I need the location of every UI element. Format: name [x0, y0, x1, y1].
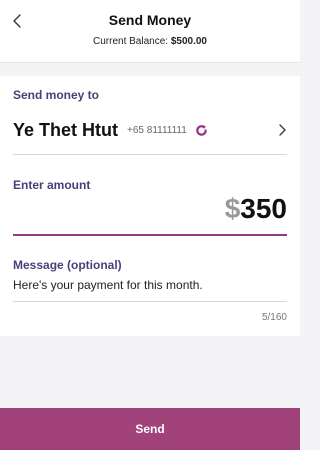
app-header: Send Money Current Balance: $500.00	[0, 0, 300, 63]
recipient-selector[interactable]: Ye Thet Htut +65 81111111	[13, 116, 287, 144]
character-count: 5/160	[261, 312, 287, 323]
current-balance: Current Balance: $500.00	[0, 36, 300, 47]
balance-value: $500.00	[170, 36, 207, 47]
balance-label: Current Balance:	[93, 36, 169, 47]
recipient-divider	[13, 154, 287, 155]
amount-value: 350	[240, 193, 287, 224]
message-divider	[13, 301, 287, 302]
amount-section: Enter amount $ 350	[0, 164, 300, 244]
chevron-right-icon[interactable]	[277, 123, 287, 137]
recipient-label: Send money to	[13, 88, 100, 102]
refresh-icon[interactable]	[195, 124, 208, 137]
amount-input[interactable]: $ 350	[13, 190, 287, 228]
page-title: Send Money	[108, 12, 192, 28]
message-section: Message (optional) Here's your payment f…	[0, 244, 300, 336]
recipient-phone: +65 81111111	[127, 124, 187, 136]
message-label: Message (optional)	[13, 258, 122, 272]
recipient-section: Send money to Ye Thet Htut +65 81111111	[0, 76, 300, 164]
message-field[interactable]: Here's your payment for this month.	[13, 278, 287, 292]
send-button[interactable]: Send	[0, 408, 300, 450]
currency-symbol: $	[224, 193, 241, 224]
amount-underline	[13, 234, 287, 236]
recipient-name: Ye Thet Htut	[13, 119, 119, 140]
